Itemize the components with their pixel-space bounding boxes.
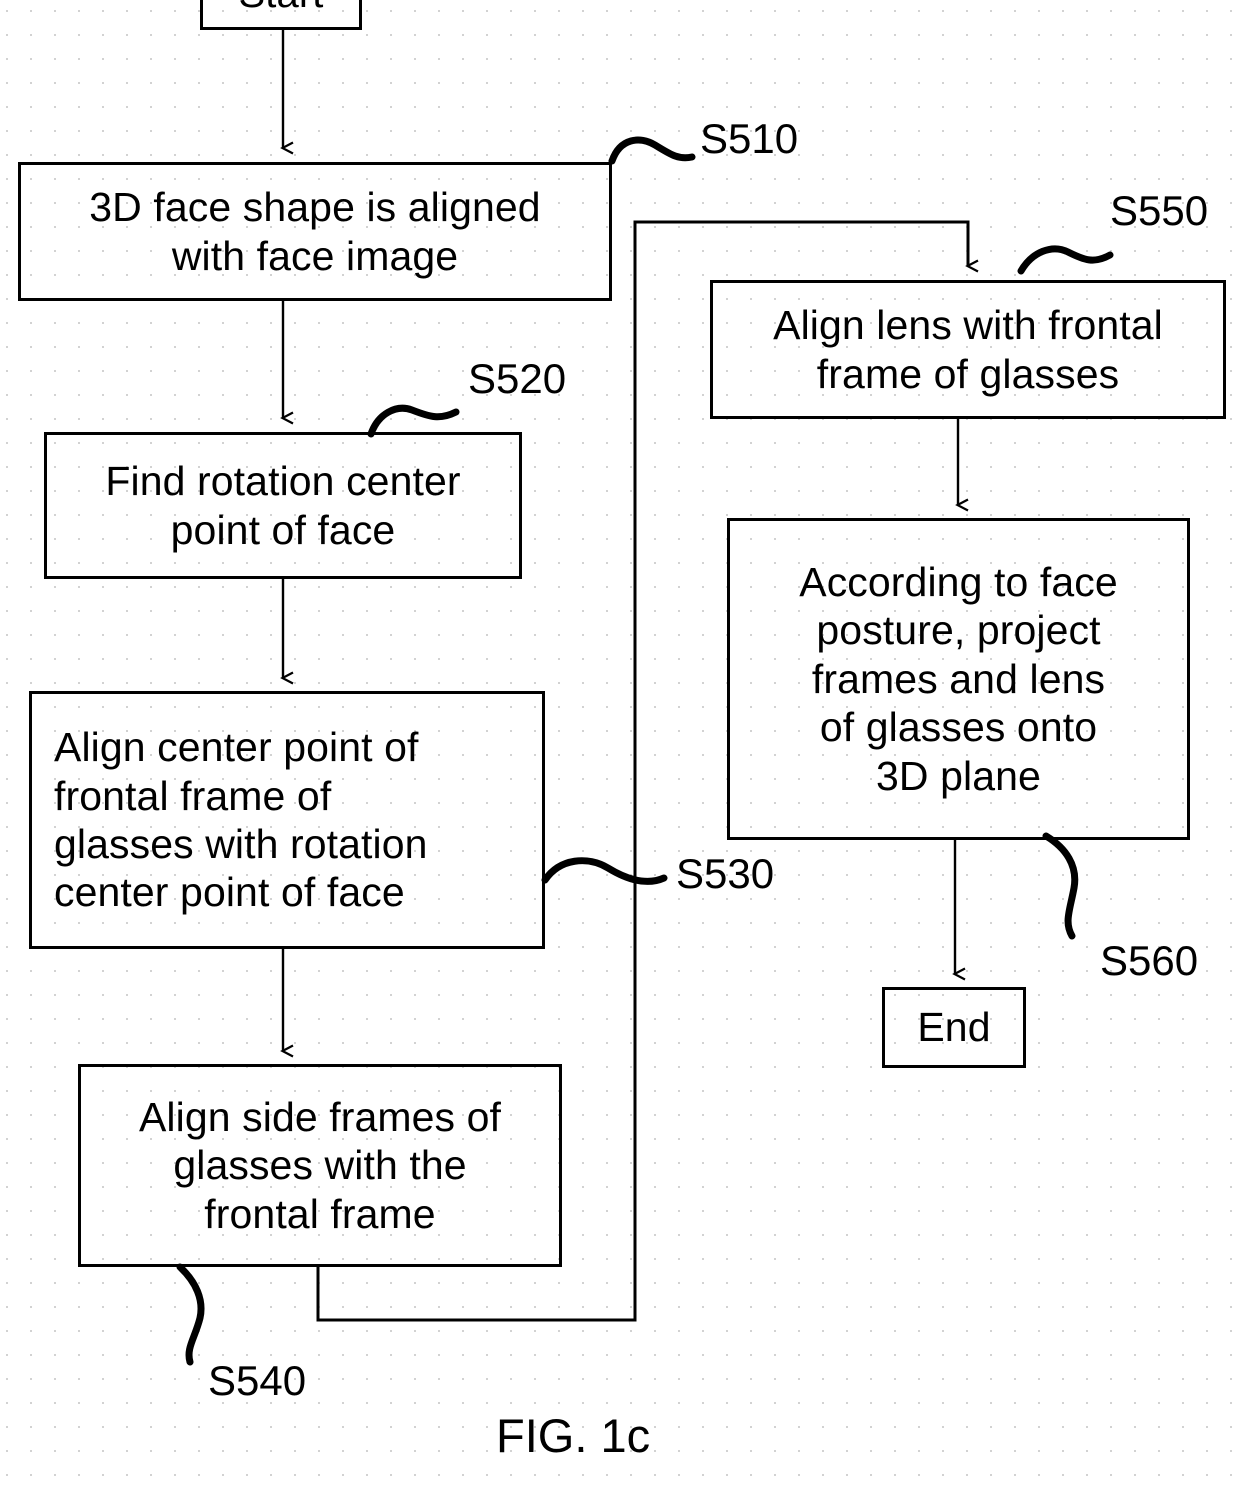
step-label-s560: S560 [1100, 937, 1199, 984]
leader-line-s510 [608, 136, 696, 165]
node-s510-label: 3D face shape is aligned with face image [89, 184, 541, 279]
node-align-lens-with-frontal-frame[interactable]: Align lens with frontal frame of glasses [710, 280, 1226, 419]
step-label-s530: S530 [676, 850, 775, 897]
node-find-rotation-center[interactable]: Find rotation center point of face [44, 432, 522, 579]
leader-line-s560 [1042, 832, 1079, 940]
step-label-s520: S520 [468, 355, 567, 402]
node-project-frames-and-lens[interactable]: According to face posture, project frame… [727, 518, 1190, 840]
node-s550-label: Align lens with frontal frame of glasses [773, 302, 1163, 397]
figure-canvas: Start 3D face shape is aligned with face… [0, 0, 1240, 1485]
node-s540-label: Align side frames of glasses with the fr… [138, 1093, 502, 1237]
node-start-label: Start [203, 0, 359, 19]
leader-line-s550 [1017, 245, 1114, 275]
leader-line-s540 [176, 1263, 205, 1366]
leader-line-s520 [367, 404, 460, 438]
node-s520-label: Find rotation center point of face [105, 458, 461, 553]
node-align-3d-face-shape[interactable]: 3D face shape is aligned with face image [18, 162, 612, 301]
node-s560-label: According to face posture, project frame… [799, 559, 1118, 799]
step-label-s510: S510 [700, 115, 799, 162]
node-start[interactable]: Start [200, 0, 362, 30]
node-align-side-frames[interactable]: Align side frames of glasses with the fr… [78, 1064, 562, 1267]
leader-line-s530 [541, 857, 668, 885]
figure-caption: FIG. 1c [496, 1409, 651, 1462]
node-s530-label: Align center point of frontal frame of g… [54, 724, 428, 916]
step-label-s540: S540 [208, 1357, 307, 1404]
step-label-s550: S550 [1110, 187, 1209, 234]
node-align-center-point-frontal-frame[interactable]: Align center point of frontal frame of g… [29, 691, 545, 949]
node-end-label: End [917, 1004, 991, 1051]
node-end[interactable]: End [882, 987, 1026, 1068]
